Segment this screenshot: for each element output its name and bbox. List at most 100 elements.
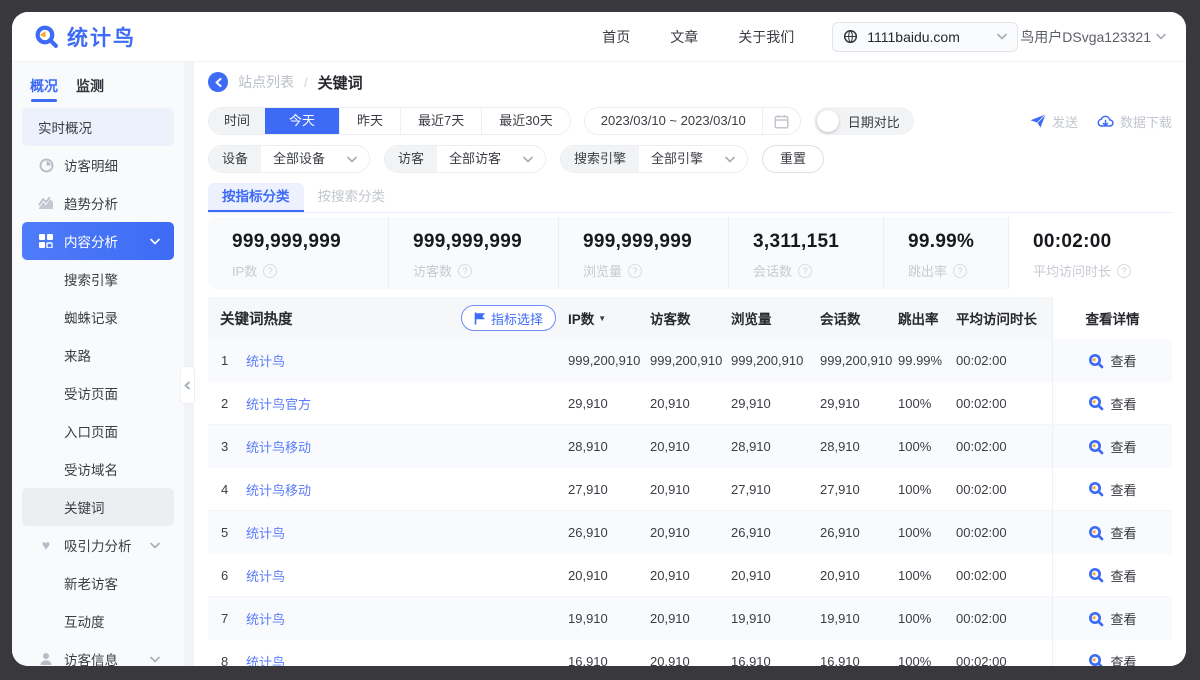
sidebar-item-search-engine[interactable]: 搜索引擎 [22,260,174,298]
date-range-picker[interactable]: 2023/03/10 ~ 2023/03/10 [584,107,801,135]
view-logo-icon [1088,611,1104,627]
stat-bounce-rate: 99.99% 跳出率? [883,217,1008,289]
sidebar-item-visitor-info[interactable]: 访客信息 [22,640,174,666]
keyword-link[interactable]: 统计鸟 [246,566,568,585]
help-icon[interactable]: ? [953,264,967,278]
sidebar-item-visited-pages[interactable]: 受访页面 [22,374,174,412]
sidebar-tab-monitor[interactable]: 监测 [76,76,104,102]
time-option-last30days[interactable]: 最近30天 [481,108,569,134]
breadcrumb-current: 关键词 [318,72,363,93]
view-button[interactable]: 查看 [1088,394,1136,413]
view-logo-icon [1088,653,1104,666]
trend-chart-icon [38,195,54,211]
keyword-link[interactable]: 统计鸟移动 [246,480,568,499]
sidebar-tab-overview[interactable]: 概况 [30,76,58,102]
breadcrumb-parent[interactable]: 站点列表 [238,72,294,92]
visitor-filter: 访客 全部访客 [384,145,546,173]
keyword-link[interactable]: 统计鸟 [246,351,568,370]
keywords-table: 关键词热度 指标选择 IP数▼ 访客数 浏览量 会话数 跳出率 [208,297,1172,666]
device-filter-label: 设备 [209,146,261,172]
sidebar-item-label: 吸引力分析 [64,535,132,555]
back-button[interactable] [208,72,228,92]
chevron-left-icon [215,78,222,87]
sidebar-collapse-handle[interactable] [180,366,195,404]
chevron-down-icon [997,33,1007,40]
visitor-select[interactable]: 全部访客 [437,146,545,172]
stat-value: 999,999,999 [583,231,728,253]
col-duration: 平均访问时长 [956,308,1052,328]
help-icon[interactable]: ? [263,264,277,278]
help-icon[interactable]: ? [458,264,472,278]
time-option-today[interactable]: 今天 [265,108,339,134]
sidebar-item-attraction-analysis[interactable]: ♥ 吸引力分析 [22,526,174,564]
sidebar-item-keywords[interactable]: 关键词 [22,488,174,526]
col-ip[interactable]: IP数▼ [568,308,650,328]
metric-select-button[interactable]: 指标选择 [461,305,556,331]
data-download-button[interactable]: 数据下载 [1097,112,1172,131]
search-engine-select[interactable]: 全部引擎 [639,146,747,172]
calendar-button[interactable] [762,108,800,134]
tab-by-search[interactable]: 按搜索分类 [304,183,400,212]
stat-label: IP数 [232,261,257,280]
sidebar-item-label: 关键词 [64,497,105,517]
keyword-link[interactable]: 统计鸟移动 [246,437,568,456]
sidebar-item-entry-pages[interactable]: 入口页面 [22,412,174,450]
chevron-down-icon [150,542,160,549]
visitor-filter-label: 访客 [385,146,437,172]
site-selector[interactable]: 1111baidu.com [832,22,1018,52]
stat-pageviews: 999,999,999 浏览量? [558,217,728,289]
send-label: 发送 [1052,112,1078,131]
help-icon[interactable]: ? [1117,264,1131,278]
brand[interactable]: 统计鸟 [34,22,136,52]
keyword-link[interactable]: 统计鸟 [246,652,568,667]
keyword-link[interactable]: 统计鸟 [246,523,568,542]
date-compare-toggle[interactable]: 日期对比 [814,107,914,135]
view-button[interactable]: 查看 [1088,437,1136,456]
time-option-yesterday[interactable]: 昨天 [339,108,400,134]
sidebar-item-realtime[interactable]: 实时概况 [22,108,174,146]
nav-about[interactable]: 关于我们 [738,27,794,47]
user-menu[interactable]: 鸟用户DSvga123321 [1020,27,1166,47]
time-option-last7days[interactable]: 最近7天 [400,108,481,134]
view-button[interactable]: 查看 [1088,480,1136,499]
sidebar-item-trend-analysis[interactable]: 趋势分析 [22,184,174,222]
sidebar-item-content-analysis[interactable]: 内容分析 [22,222,174,260]
col-bounce: 跳出率 [898,308,956,328]
view-button[interactable]: 查看 [1088,523,1136,542]
table-row: 8 统计鸟 16,910 20,910 16,910 16,910 100% 0… [208,640,1172,666]
sidebar-item-visitor-detail[interactable]: 访客明细 [22,146,174,184]
col-pageviews: 浏览量 [731,308,820,328]
nav-home[interactable]: 首页 [602,27,630,47]
sidebar-item-spider-log[interactable]: 蜘蛛记录 [22,298,174,336]
rank: 3 [208,439,246,454]
sidebar-item-visited-domains[interactable]: 受访域名 [22,450,174,488]
stat-label: 访客数 [413,261,452,280]
summary-stats: 999,999,999 IP数? 999,999,999 访客数? 999,99… [208,217,1172,289]
sidebar-item-label: 新老访客 [64,573,118,593]
help-icon[interactable]: ? [628,264,642,278]
send-button[interactable]: 发送 [1030,112,1078,131]
sidebar-item-engagement[interactable]: 互动度 [22,602,174,640]
view-button[interactable]: 查看 [1088,351,1136,370]
view-button[interactable]: 查看 [1088,609,1136,628]
keyword-link[interactable]: 统计鸟官方 [246,394,568,413]
col-view-detail: 查看详情 [1052,297,1172,339]
view-logo-icon [1088,567,1104,583]
sidebar-item-label: 访客信息 [64,649,118,666]
nav-articles[interactable]: 文章 [670,27,698,47]
table-row: 4 统计鸟移动 27,910 20,910 27,910 27,910 100%… [208,468,1172,511]
toggle-knob[interactable] [817,110,839,132]
view-button[interactable]: 查看 [1088,652,1136,667]
site-selector-value: 1111baidu.com [867,29,960,45]
rank: 7 [208,611,246,626]
reset-button[interactable]: 重置 [762,145,824,173]
view-button[interactable]: 查看 [1088,566,1136,585]
tab-by-metric[interactable]: 按指标分类 [208,183,304,212]
sidebar-item-referrer[interactable]: 来路 [22,336,174,374]
keyword-link[interactable]: 统计鸟 [246,609,568,628]
top-header: 统计鸟 首页 文章 关于我们 1111baidu.com 鸟用户DSvga123… [12,12,1186,62]
help-icon[interactable]: ? [798,264,812,278]
rank: 5 [208,525,246,540]
sidebar-item-new-old-visitors[interactable]: 新老访客 [22,564,174,602]
device-select[interactable]: 全部设备 [261,146,369,172]
